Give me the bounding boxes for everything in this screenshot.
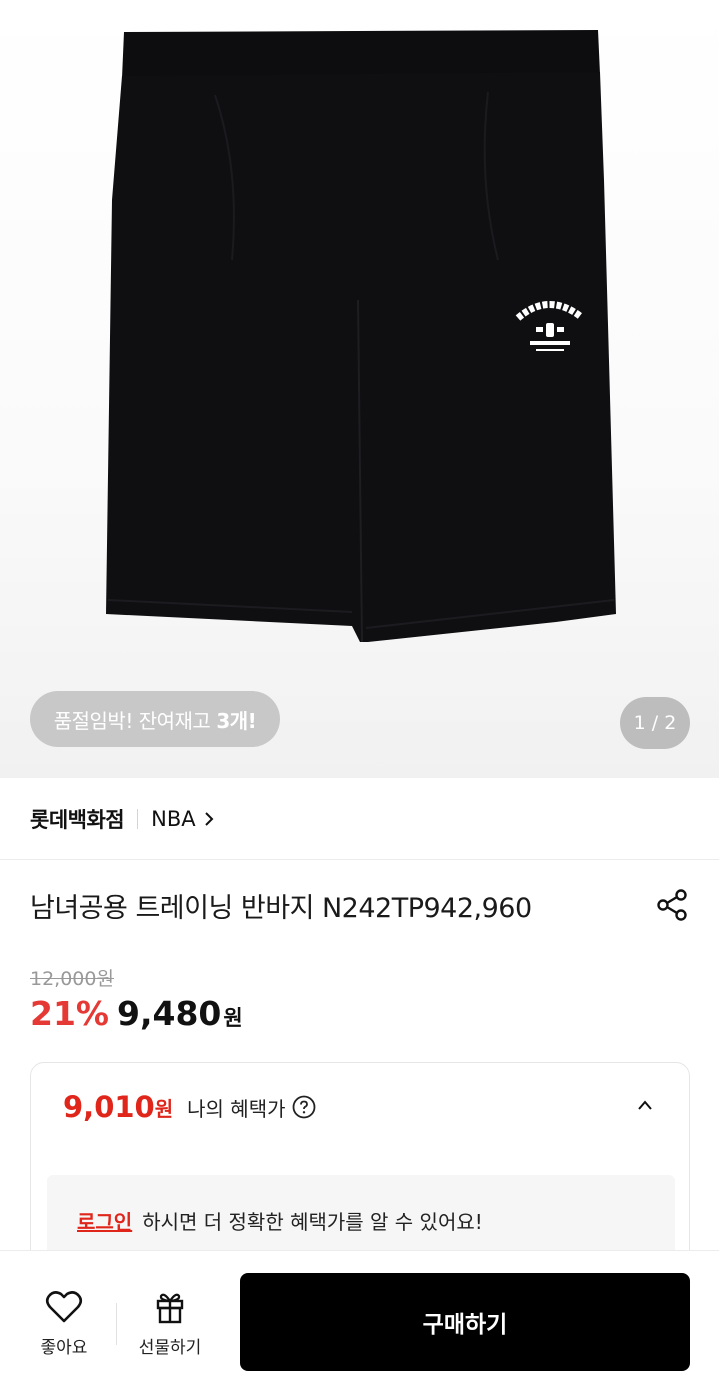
login-hint-text: 하시면 더 정확한 혜택가를 알 수 있어요! — [142, 1209, 483, 1234]
product-title: 남녀공용 트레이닝 반바지 N242TP942,960 — [30, 892, 532, 924]
bottom-bar-divider — [116, 1303, 117, 1345]
like-label: 좋아요 — [40, 1338, 88, 1358]
original-price: 12,000원 — [30, 968, 114, 990]
sale-price: 9,480 — [117, 994, 222, 1033]
low-stock-text: 품절임박! 잔여재고 — [53, 708, 211, 733]
price-row: 21% 9,480 원 — [30, 994, 243, 1033]
chevron-up-icon[interactable] — [637, 1099, 653, 1111]
benefit-price-header[interactable]: 9,010 원 나의 혜택가 — [31, 1063, 689, 1151]
product-photo-shorts — [106, 30, 616, 643]
low-stock-badge: 품절임박! 잔여재고 3개! — [30, 691, 280, 747]
login-link[interactable]: 로그인 — [77, 1206, 132, 1235]
product-title-row: 남녀공용 트레이닝 반바지 N242TP942,960 — [30, 880, 690, 930]
brand-divider — [137, 808, 139, 829]
low-stock-count: 3개! — [216, 708, 257, 733]
discount-rate: 21% — [30, 994, 109, 1033]
gift-icon — [156, 1293, 184, 1324]
share-icon[interactable] — [654, 887, 690, 923]
benefit-price-unit: 원 — [154, 1096, 174, 1121]
sale-price-unit: 원 — [223, 1006, 243, 1030]
heart-icon — [45, 1291, 83, 1323]
help-icon[interactable] — [292, 1095, 316, 1119]
store-name: 롯데백화점 — [30, 807, 125, 832]
benefit-price: 9,010 — [63, 1090, 155, 1124]
like-button[interactable]: 좋아요 — [28, 1289, 100, 1358]
benefit-label: 나의 혜택가 — [187, 1096, 286, 1121]
chevron-right-icon — [204, 811, 214, 826]
product-image-carousel[interactable]: 품절임박! 잔여재고 3개! 1 / 2 — [0, 0, 719, 778]
brand-link[interactable]: NBA — [151, 806, 214, 831]
bottom-action-bar: 좋아요 선물하기 구매하기 — [0, 1250, 719, 1392]
buy-button[interactable]: 구매하기 — [240, 1273, 690, 1371]
gift-label: 선물하기 — [138, 1338, 202, 1358]
image-page-counter: 1 / 2 — [620, 697, 690, 749]
brand-row: 롯데백화점 NBA — [0, 778, 719, 860]
brand-name: NBA — [151, 806, 196, 831]
gift-button[interactable]: 선물하기 — [128, 1289, 212, 1358]
